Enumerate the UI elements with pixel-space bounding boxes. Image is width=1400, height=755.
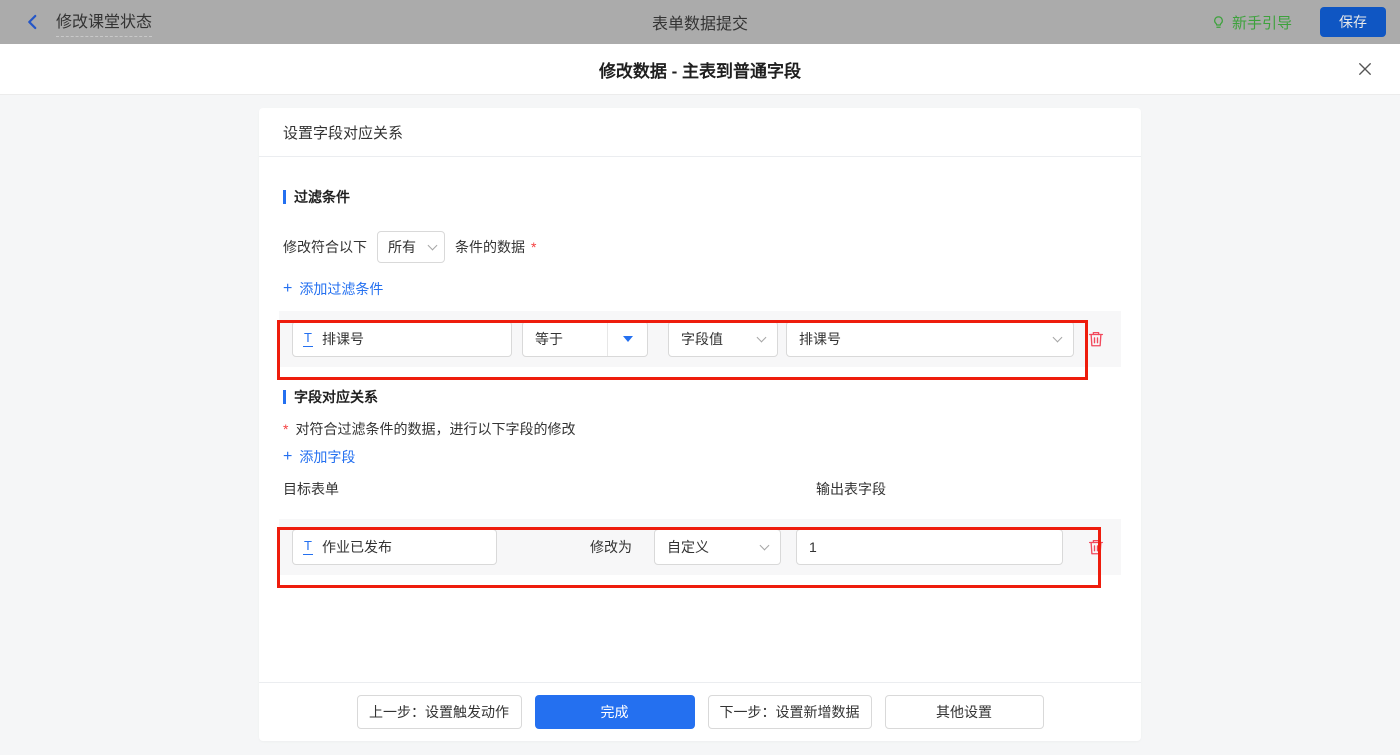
- delete-mapping-row-button[interactable]: [1087, 538, 1105, 556]
- topbar-right: 新手引导 保存: [1211, 7, 1386, 37]
- trash-icon: [1088, 539, 1104, 555]
- match-mode-value: 所有: [388, 239, 416, 255]
- add-filter-label: 添加过滤条件: [299, 281, 384, 297]
- text-field-icon: T: [303, 538, 313, 555]
- required-mark: *: [531, 239, 537, 255]
- required-mark: *: [283, 421, 289, 437]
- card-header: 设置字段对应关系: [259, 108, 1141, 157]
- chevron-down-icon: [756, 332, 767, 343]
- mapping-description: 对符合过滤条件的数据，进行以下字段的修改: [295, 421, 576, 437]
- guide-label: 新手引导: [1231, 14, 1292, 32]
- modify-to-label: 修改为: [590, 539, 632, 555]
- topbar-left: 修改课堂状态: [24, 8, 153, 37]
- value-field-value: 排课号: [799, 331, 841, 347]
- match-suffix-label: 条件的数据: [455, 239, 525, 255]
- modal-title: 修改数据 - 主表到普通字段: [598, 61, 802, 81]
- modify-type-select[interactable]: 自定义: [654, 529, 781, 565]
- lightbulb-icon: [1214, 15, 1223, 28]
- column-output-field: 输出表字段: [816, 481, 886, 497]
- value-field-select[interactable]: 排课号: [786, 321, 1074, 357]
- card-footer: 上一步：设置触发动作 完成 下一步：设置新增数据 其他设置: [259, 682, 1141, 741]
- match-mode-select[interactable]: 所有: [377, 231, 445, 263]
- close-icon: [1359, 63, 1371, 75]
- add-field-label: 添加字段: [299, 449, 356, 465]
- caret-down-icon: [622, 336, 633, 342]
- filter-field-box[interactable]: T 排课号: [292, 321, 512, 357]
- other-settings-button[interactable]: 其他设置: [884, 695, 1044, 729]
- topbar: 修改课堂状态 表单数据提交 新手引导 保存: [0, 0, 1400, 44]
- chevron-left-icon: [28, 14, 37, 30]
- text-field-icon: T: [303, 330, 313, 347]
- mapping-column-headers: 目标表单 输出表字段: [283, 479, 1121, 499]
- modal-header: 修改数据 - 主表到普通字段: [0, 44, 1400, 95]
- chevron-down-icon: [427, 240, 438, 251]
- prev-step-button[interactable]: 上一步：设置触发动作: [356, 695, 522, 729]
- operator-value: 等于: [535, 331, 563, 347]
- modify-type-value: 自定义: [667, 539, 709, 555]
- filter-section-label: 过滤条件: [294, 189, 350, 205]
- match-condition-row: 修改符合以下 所有 条件的数据 *: [283, 231, 1121, 263]
- section-bar-icon: [283, 390, 286, 404]
- close-button[interactable]: [1356, 60, 1374, 78]
- chevron-down-icon: [1052, 332, 1063, 343]
- mapping-description-row: * 对符合过滤条件的数据，进行以下字段的修改: [283, 419, 1121, 439]
- back-button[interactable]: [24, 13, 42, 31]
- operator-caret-segment: [607, 322, 647, 356]
- filter-field-name: 排课号: [321, 331, 364, 347]
- modal-body: 设置字段对应关系 过滤条件 修改符合以下 所有 条件的数据 * + 添加过滤条件…: [0, 108, 1400, 755]
- target-field-box[interactable]: T 作业已发布: [292, 529, 497, 565]
- trash-icon: [1088, 331, 1104, 347]
- value-type-value: 字段值: [681, 331, 723, 347]
- custom-value-input[interactable]: [796, 529, 1063, 565]
- workflow-title[interactable]: 修改课堂状态: [56, 8, 153, 37]
- mapping-section-title: 字段对应关系: [283, 389, 1121, 405]
- match-prefix-label: 修改符合以下: [283, 239, 367, 255]
- chevron-down-icon: [759, 540, 770, 551]
- card-header-title: 设置字段对应关系: [283, 124, 404, 142]
- value-type-select[interactable]: 字段值: [668, 321, 778, 357]
- page: 修改课堂状态 表单数据提交 新手引导 保存 修改数据 - 主表到普通字段 设置字…: [0, 0, 1400, 755]
- add-filter-condition-link[interactable]: + 添加过滤条件: [283, 279, 1121, 299]
- plus-icon: +: [283, 280, 293, 297]
- beginner-guide-link[interactable]: 新手引导: [1211, 12, 1292, 33]
- column-target-form: 目标表单: [283, 481, 339, 497]
- plus-icon: +: [283, 448, 293, 465]
- operator-select[interactable]: 等于: [522, 321, 648, 357]
- filter-section-title: 过滤条件: [283, 189, 1121, 205]
- delete-filter-row-button[interactable]: [1087, 330, 1105, 348]
- target-field-name: 作业已发布: [321, 539, 392, 555]
- section-bar-icon: [283, 190, 286, 204]
- save-button[interactable]: 保存: [1320, 7, 1386, 37]
- card-body: 过滤条件 修改符合以下 所有 条件的数据 * + 添加过滤条件 T 排课号 等于…: [259, 157, 1141, 682]
- settings-card: 设置字段对应关系 过滤条件 修改符合以下 所有 条件的数据 * + 添加过滤条件…: [259, 108, 1141, 741]
- mapping-section-label: 字段对应关系: [294, 389, 378, 405]
- done-button[interactable]: 完成: [534, 695, 695, 729]
- topbar-center-title: 表单数据提交: [651, 16, 748, 33]
- field-mapping-row: T 作业已发布 修改为 自定义: [279, 519, 1121, 575]
- next-step-button[interactable]: 下一步：设置新增数据: [707, 695, 872, 729]
- add-field-link[interactable]: + 添加字段: [283, 447, 1121, 467]
- filter-condition-row: T 排课号 等于 字段值 排课号: [279, 311, 1121, 367]
